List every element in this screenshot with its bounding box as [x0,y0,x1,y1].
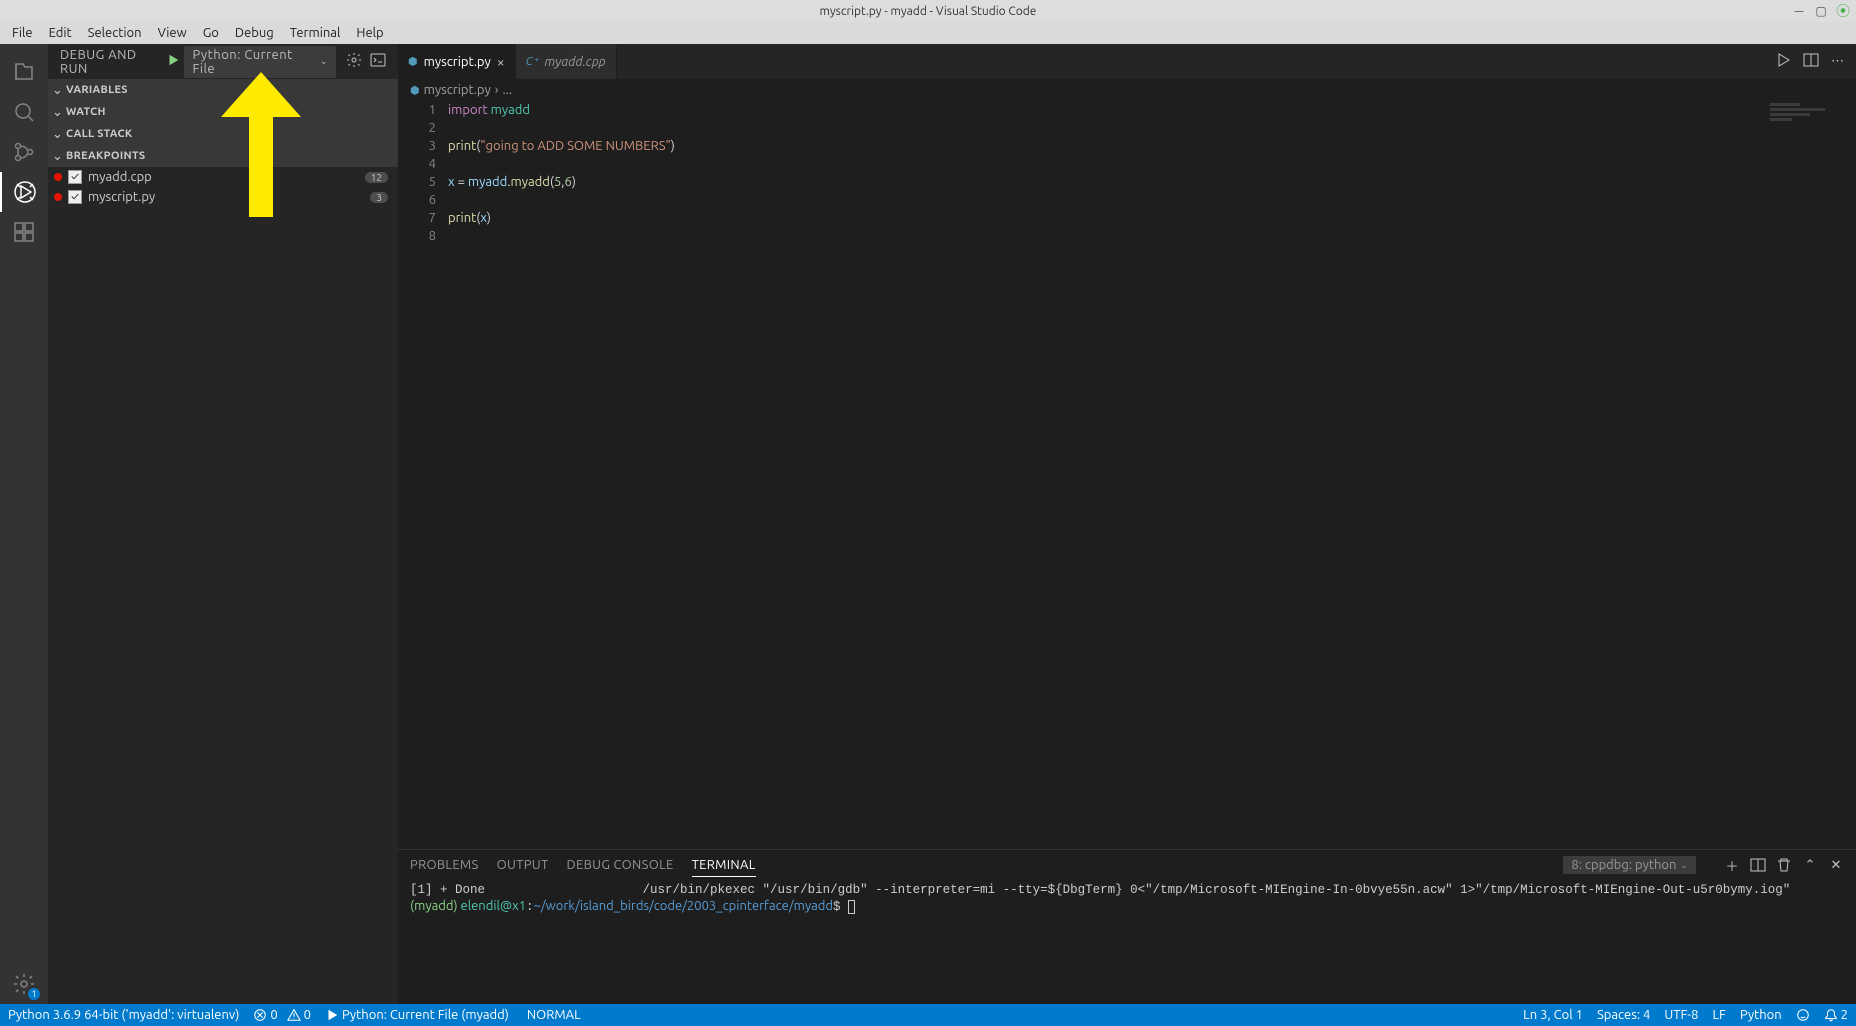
breakpoint-file: myadd.cpp [88,170,152,184]
trash-icon[interactable] [1776,857,1792,873]
titlebar: myscript.py - myadd - Visual Studio Code… [0,0,1856,22]
debug-config-select[interactable]: Python: Current File⌄ [184,46,336,78]
variables-header[interactable]: ⌄VARIABLES [48,79,398,101]
status-language[interactable]: Python [1740,1008,1782,1022]
terminal-select[interactable]: 8: cppdbg: python⌄ [1563,856,1696,874]
tab-label: myadd.cpp [544,55,605,69]
minimize-button[interactable]: ─ [1792,4,1806,18]
code-line: x = myadd.myadd(5,6) [448,173,1766,191]
sidebar-title: DEBUG AND RUN [60,48,166,76]
status-cursor[interactable]: Ln 3, Col 1 [1523,1008,1583,1022]
debug-icon[interactable] [0,172,48,212]
window-controls: ─ ▢ ⦿ [1792,4,1850,18]
breakpoint-file: myscript.py [88,190,155,204]
tab-label: myscript.py [424,55,491,69]
close-button[interactable]: ⦿ [1836,4,1850,18]
editor-tabs: ⬢ myscript.py × C⁺ myadd.cpp ⋯ [398,44,1856,79]
minimap[interactable] [1766,101,1856,849]
run-button[interactable] [1775,52,1791,71]
menu-debug[interactable]: Debug [227,24,282,42]
status-indent[interactable]: Spaces: 4 [1597,1008,1650,1022]
bottom-panel: PROBLEMS OUTPUT DEBUG CONSOLE TERMINAL 8: cp… [398,849,1856,1004]
status-debug-config[interactable]: Python: Current File (myadd) [325,1008,509,1022]
code-line [448,191,1766,209]
menu-view[interactable]: View [150,24,195,42]
menu-file[interactable]: File [4,24,41,42]
activity-bar: 1 [0,44,48,1004]
menu-edit[interactable]: Edit [41,24,80,42]
breakpoint-row[interactable]: ✓ myscript.py 3 [48,187,398,207]
status-notifications[interactable]: 2 [1824,1008,1848,1022]
code-editor[interactable]: 12345678 import myaddprint("going to ADD… [398,101,1856,849]
debug-console-icon[interactable] [370,52,386,71]
source-control-icon[interactable] [0,132,48,172]
search-icon[interactable] [0,92,48,132]
watch-header[interactable]: ⌄WATCH [48,101,398,123]
code-line: import myadd [448,101,1766,119]
python-icon: ⬢ [408,55,418,68]
code-line [448,155,1766,173]
tab-myadd-cpp[interactable]: C⁺ myadd.cpp [516,44,617,79]
breadcrumb[interactable]: ⬢ myscript.py › ... [398,79,1856,101]
status-vim-mode: NORMAL [523,1008,585,1022]
close-panel-icon[interactable]: ✕ [1828,857,1844,873]
status-problems[interactable]: 0 0 [253,1008,311,1022]
terminal[interactable]: [1] + Done /usr/bin/pkexec "/usr/bin/gdb… [398,880,1856,1004]
breakpoints-header[interactable]: ⌄BREAKPOINTS [48,145,398,167]
breakpoint-row[interactable]: ✓ myadd.cpp 12 [48,167,398,187]
breakpoint-dot-icon [54,193,62,201]
menu-selection[interactable]: Selection [80,24,150,42]
new-terminal-icon[interactable]: ＋ [1724,857,1740,873]
debug-sidebar: DEBUG AND RUN Python: Current File⌄ ⌄VAR… [48,44,398,1004]
tab-myscript-py[interactable]: ⬢ myscript.py × [398,44,516,79]
python-icon: ⬢ [410,84,420,97]
maximize-panel-icon[interactable]: ⌃ [1802,857,1818,873]
menu-go[interactable]: Go [195,24,227,42]
code-line [448,119,1766,137]
status-eol[interactable]: LF [1712,1008,1725,1022]
close-tab-icon[interactable]: × [497,54,505,70]
menu-terminal[interactable]: Terminal [282,24,349,42]
split-terminal-icon[interactable] [1750,857,1766,873]
breakpoint-checkbox[interactable]: ✓ [68,170,82,184]
explorer-icon[interactable] [0,52,48,92]
cpp-icon: C⁺ [526,55,539,68]
menu-help[interactable]: Help [348,24,391,42]
status-python[interactable]: Python 3.6.9 64-bit ('myadd': virtualenv… [8,1008,239,1022]
code-line: print("going to ADD SOME NUMBERS") [448,137,1766,155]
panel-tab-debug-console[interactable]: DEBUG CONSOLE [567,854,674,876]
window-title: myscript.py - myadd - Visual Studio Code [820,5,1037,18]
callstack-header[interactable]: ⌄CALL STACK [48,123,398,145]
extensions-icon[interactable] [0,212,48,252]
panel-tab-output[interactable]: OUTPUT [497,854,549,876]
status-encoding[interactable]: UTF-8 [1664,1008,1698,1022]
breakpoints-body: ✓ myadd.cpp 12 ✓ myscript.py 3 [48,167,398,1004]
menubar: FileEditSelectionViewGoDebugTerminalHelp [0,22,1856,44]
code-line [448,227,1766,245]
status-bar: Python 3.6.9 64-bit ('myadd': virtualenv… [0,1004,1856,1026]
breakpoint-line-badge: 12 [365,172,388,183]
code-line: print(x) [448,209,1766,227]
gear-icon[interactable] [346,52,362,71]
split-editor-icon[interactable] [1803,52,1819,71]
more-icon[interactable]: ⋯ [1831,54,1844,69]
maximize-button[interactable]: ▢ [1814,4,1828,18]
panel-tab-terminal[interactable]: TERMINAL [692,854,756,877]
breakpoint-line-badge: 3 [370,192,388,203]
settings-gear-icon[interactable]: 1 [0,964,48,1004]
panel-tab-problems[interactable]: PROBLEMS [410,854,479,876]
start-debug-button[interactable] [166,53,180,70]
breakpoint-dot-icon [54,173,62,181]
status-feedback[interactable] [1796,1008,1810,1022]
breakpoint-checkbox[interactable]: ✓ [68,190,82,204]
